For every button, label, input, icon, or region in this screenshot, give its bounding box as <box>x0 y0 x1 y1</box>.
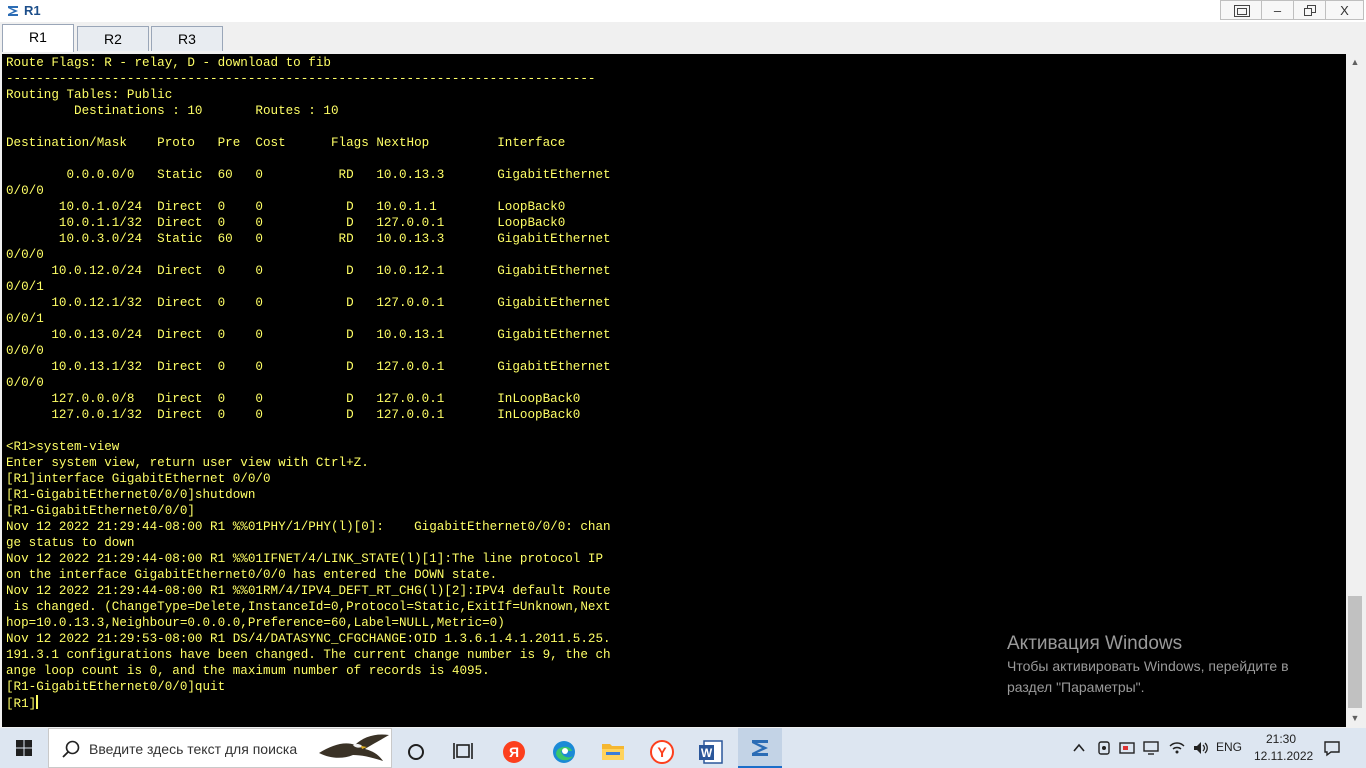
network-icon[interactable] <box>1118 739 1136 757</box>
terminal-line: 127.0.0.1/32 Direct 0 0 D 127.0.0.1 InLo… <box>6 408 581 422</box>
terminal-line: Routing Tables: Public <box>6 88 173 102</box>
svg-text:Y: Y <box>657 744 667 760</box>
yandex-browser-icon: Я <box>503 741 525 763</box>
taskbar: Введите здесь текст для поиска Я Y W ENG… <box>0 728 1366 768</box>
windows-start-icon <box>16 740 32 756</box>
svg-text:W: W <box>701 746 713 760</box>
terminal-line: hop=10.0.13.3,Neighbour=0.0.0.0,Preferen… <box>6 616 505 630</box>
edge-button[interactable] <box>548 732 580 764</box>
terminal-line: 10.0.13.0/24 Direct 0 0 D 10.0.13.1 Giga… <box>6 328 611 342</box>
notifications-icon[interactable] <box>1322 738 1342 758</box>
security-icon[interactable] <box>1095 739 1113 757</box>
word-button[interactable]: W <box>695 732 727 764</box>
search-icon <box>62 740 80 758</box>
terminal-line: Route Flags: R - relay, D - download to … <box>6 56 331 70</box>
terminal-line: [R1-GigabitEthernet0/0/0]shutdown <box>6 488 256 502</box>
terminal-line: Nov 12 2022 21:29:44-08:00 R1 %%01IFNET/… <box>6 552 604 566</box>
ensp-icon <box>752 740 768 756</box>
terminal-line: <R1>system-view <box>6 440 120 454</box>
yandex-button[interactable]: Y <box>646 732 678 764</box>
yandex-icon: Y <box>650 740 674 764</box>
scroll-down-icon[interactable]: ▼ <box>1346 710 1364 727</box>
terminal-line: 10.0.12.0/24 Direct 0 0 D 10.0.12.1 Giga… <box>6 264 611 278</box>
terminal-line: 127.0.0.0/8 Direct 0 0 D 127.0.0.1 InLoo… <box>6 392 581 406</box>
task-view-button[interactable] <box>447 732 479 764</box>
clock-date: 12.11.2022 <box>1254 749 1314 763</box>
terminal-line: on the interface GigabitEthernet0/0/0 ha… <box>6 568 498 582</box>
terminal-line: 0/0/0 <box>6 376 44 390</box>
close-button[interactable]: X <box>1326 0 1364 20</box>
wifi-icon[interactable] <box>1168 739 1186 757</box>
word-icon: W <box>699 740 723 764</box>
terminal-console[interactable]: Route Flags: R - relay, D - download to … <box>2 54 1346 727</box>
terminal-line: is changed. (ChangeType=Delete,InstanceI… <box>6 600 611 614</box>
terminal-line: Nov 12 2022 21:29:44-08:00 R1 %%01PHY/1/… <box>6 520 611 534</box>
terminal-line: Nov 12 2022 21:29:44-08:00 R1 %%01RM/4/I… <box>6 584 611 598</box>
svg-text:Я: Я <box>509 744 519 760</box>
terminal-line: 10.0.1.1/32 Direct 0 0 D 127.0.0.1 LoopB… <box>6 216 566 230</box>
terminal-output: Route Flags: R - relay, D - download to … <box>6 55 611 712</box>
window-titlebar: R1 – X <box>0 0 1366 23</box>
monitor-icon[interactable] <box>1142 739 1160 757</box>
scroll-up-icon[interactable]: ▲ <box>1346 54 1364 71</box>
restore-icon <box>1304 5 1316 16</box>
yandex-browser-button[interactable]: Я <box>498 732 530 764</box>
clock-time: 21:30 <box>1265 732 1297 746</box>
terminal-line: 0.0.0.0/0 Static 60 0 RD 10.0.13.3 Gigab… <box>6 168 611 182</box>
file-explorer-button[interactable] <box>597 732 629 764</box>
terminal-line: 10.0.12.1/32 Direct 0 0 D 127.0.0.1 Giga… <box>6 296 611 310</box>
tab-r1[interactable]: R1 <box>2 24 74 52</box>
cortana-icon <box>408 744 424 760</box>
scrollbar-thumb[interactable] <box>1348 596 1362 708</box>
terminal-line: ange loop count is 0, and the maximum nu… <box>6 664 490 678</box>
close-icon: X <box>1340 3 1349 18</box>
terminal-line: 10.0.3.0/24 Static 60 0 RD 10.0.13.3 Gig… <box>6 232 611 246</box>
terminal-line: 0/0/0 <box>6 184 44 198</box>
terminal-line: 0/0/1 <box>6 280 44 294</box>
ensp-taskbar-button[interactable] <box>738 728 782 768</box>
minimize-button[interactable]: – <box>1262 0 1294 20</box>
terminal-line: Nov 12 2022 21:29:53-08:00 R1 DS/4/DATAS… <box>6 632 611 646</box>
terminal-line: Enter system view, return user view with… <box>6 456 369 470</box>
minimize-icon: – <box>1273 3 1282 18</box>
terminal-cursor <box>36 695 39 709</box>
terminal-line: 0/0/0 <box>6 248 44 262</box>
volume-icon[interactable] <box>1192 739 1210 757</box>
terminal-line: ----------------------------------------… <box>6 72 596 86</box>
file-explorer-icon <box>602 744 624 760</box>
terminal-line: [R1-GigabitEthernet0/0/0] <box>6 504 195 518</box>
terminal-line: ge status to down <box>6 536 135 550</box>
show-hidden-icons-icon[interactable] <box>1070 739 1088 757</box>
task-view-icon <box>453 743 473 759</box>
cortana-button[interactable] <box>400 732 432 764</box>
restore-window-button[interactable] <box>1220 0 1262 20</box>
taskbar-clock[interactable]: 21:30 12.11.2022 <box>1254 731 1314 765</box>
terminal-line: 10.0.13.1/32 Direct 0 0 D 127.0.0.1 Giga… <box>6 360 611 374</box>
terminal-prompt: [R1] <box>6 697 37 711</box>
ensp-app-icon <box>8 6 18 16</box>
tab-r3[interactable]: R3 <box>151 26 223 51</box>
tab-r2[interactable]: R2 <box>77 26 149 51</box>
maximize-button[interactable] <box>1294 0 1326 20</box>
edge-icon <box>553 741 575 763</box>
search-highlight-eagle-icon <box>319 734 389 761</box>
terminal-scrollbar[interactable]: ▲ ▼ <box>1346 54 1364 727</box>
window-title: R1 <box>24 3 41 18</box>
terminal-line: 191.3.1 configurations have been changed… <box>6 648 611 662</box>
window-layout-icon <box>1234 5 1250 17</box>
terminal-line: 0/0/1 <box>6 312 44 326</box>
search-placeholder: Введите здесь текст для поиска <box>89 741 298 757</box>
taskbar-search[interactable]: Введите здесь текст для поиска <box>48 728 392 768</box>
start-button[interactable] <box>0 728 48 768</box>
terminal-line: [R1]interface GigabitEthernet 0/0/0 <box>6 472 271 486</box>
terminal-line: Destination/Mask Proto Pre Cost Flags Ne… <box>6 136 566 150</box>
terminal-line: 0/0/0 <box>6 344 44 358</box>
terminal-line: [R1-GigabitEthernet0/0/0]quit <box>6 680 226 694</box>
device-tabs: R1 R2 R3 <box>0 22 1366 54</box>
terminal-line: 10.0.1.0/24 Direct 0 0 D 10.0.1.1 LoopBa… <box>6 200 566 214</box>
input-language[interactable]: ENG <box>1216 740 1242 754</box>
terminal-line: Destinations : 10 Routes : 10 <box>6 104 339 118</box>
